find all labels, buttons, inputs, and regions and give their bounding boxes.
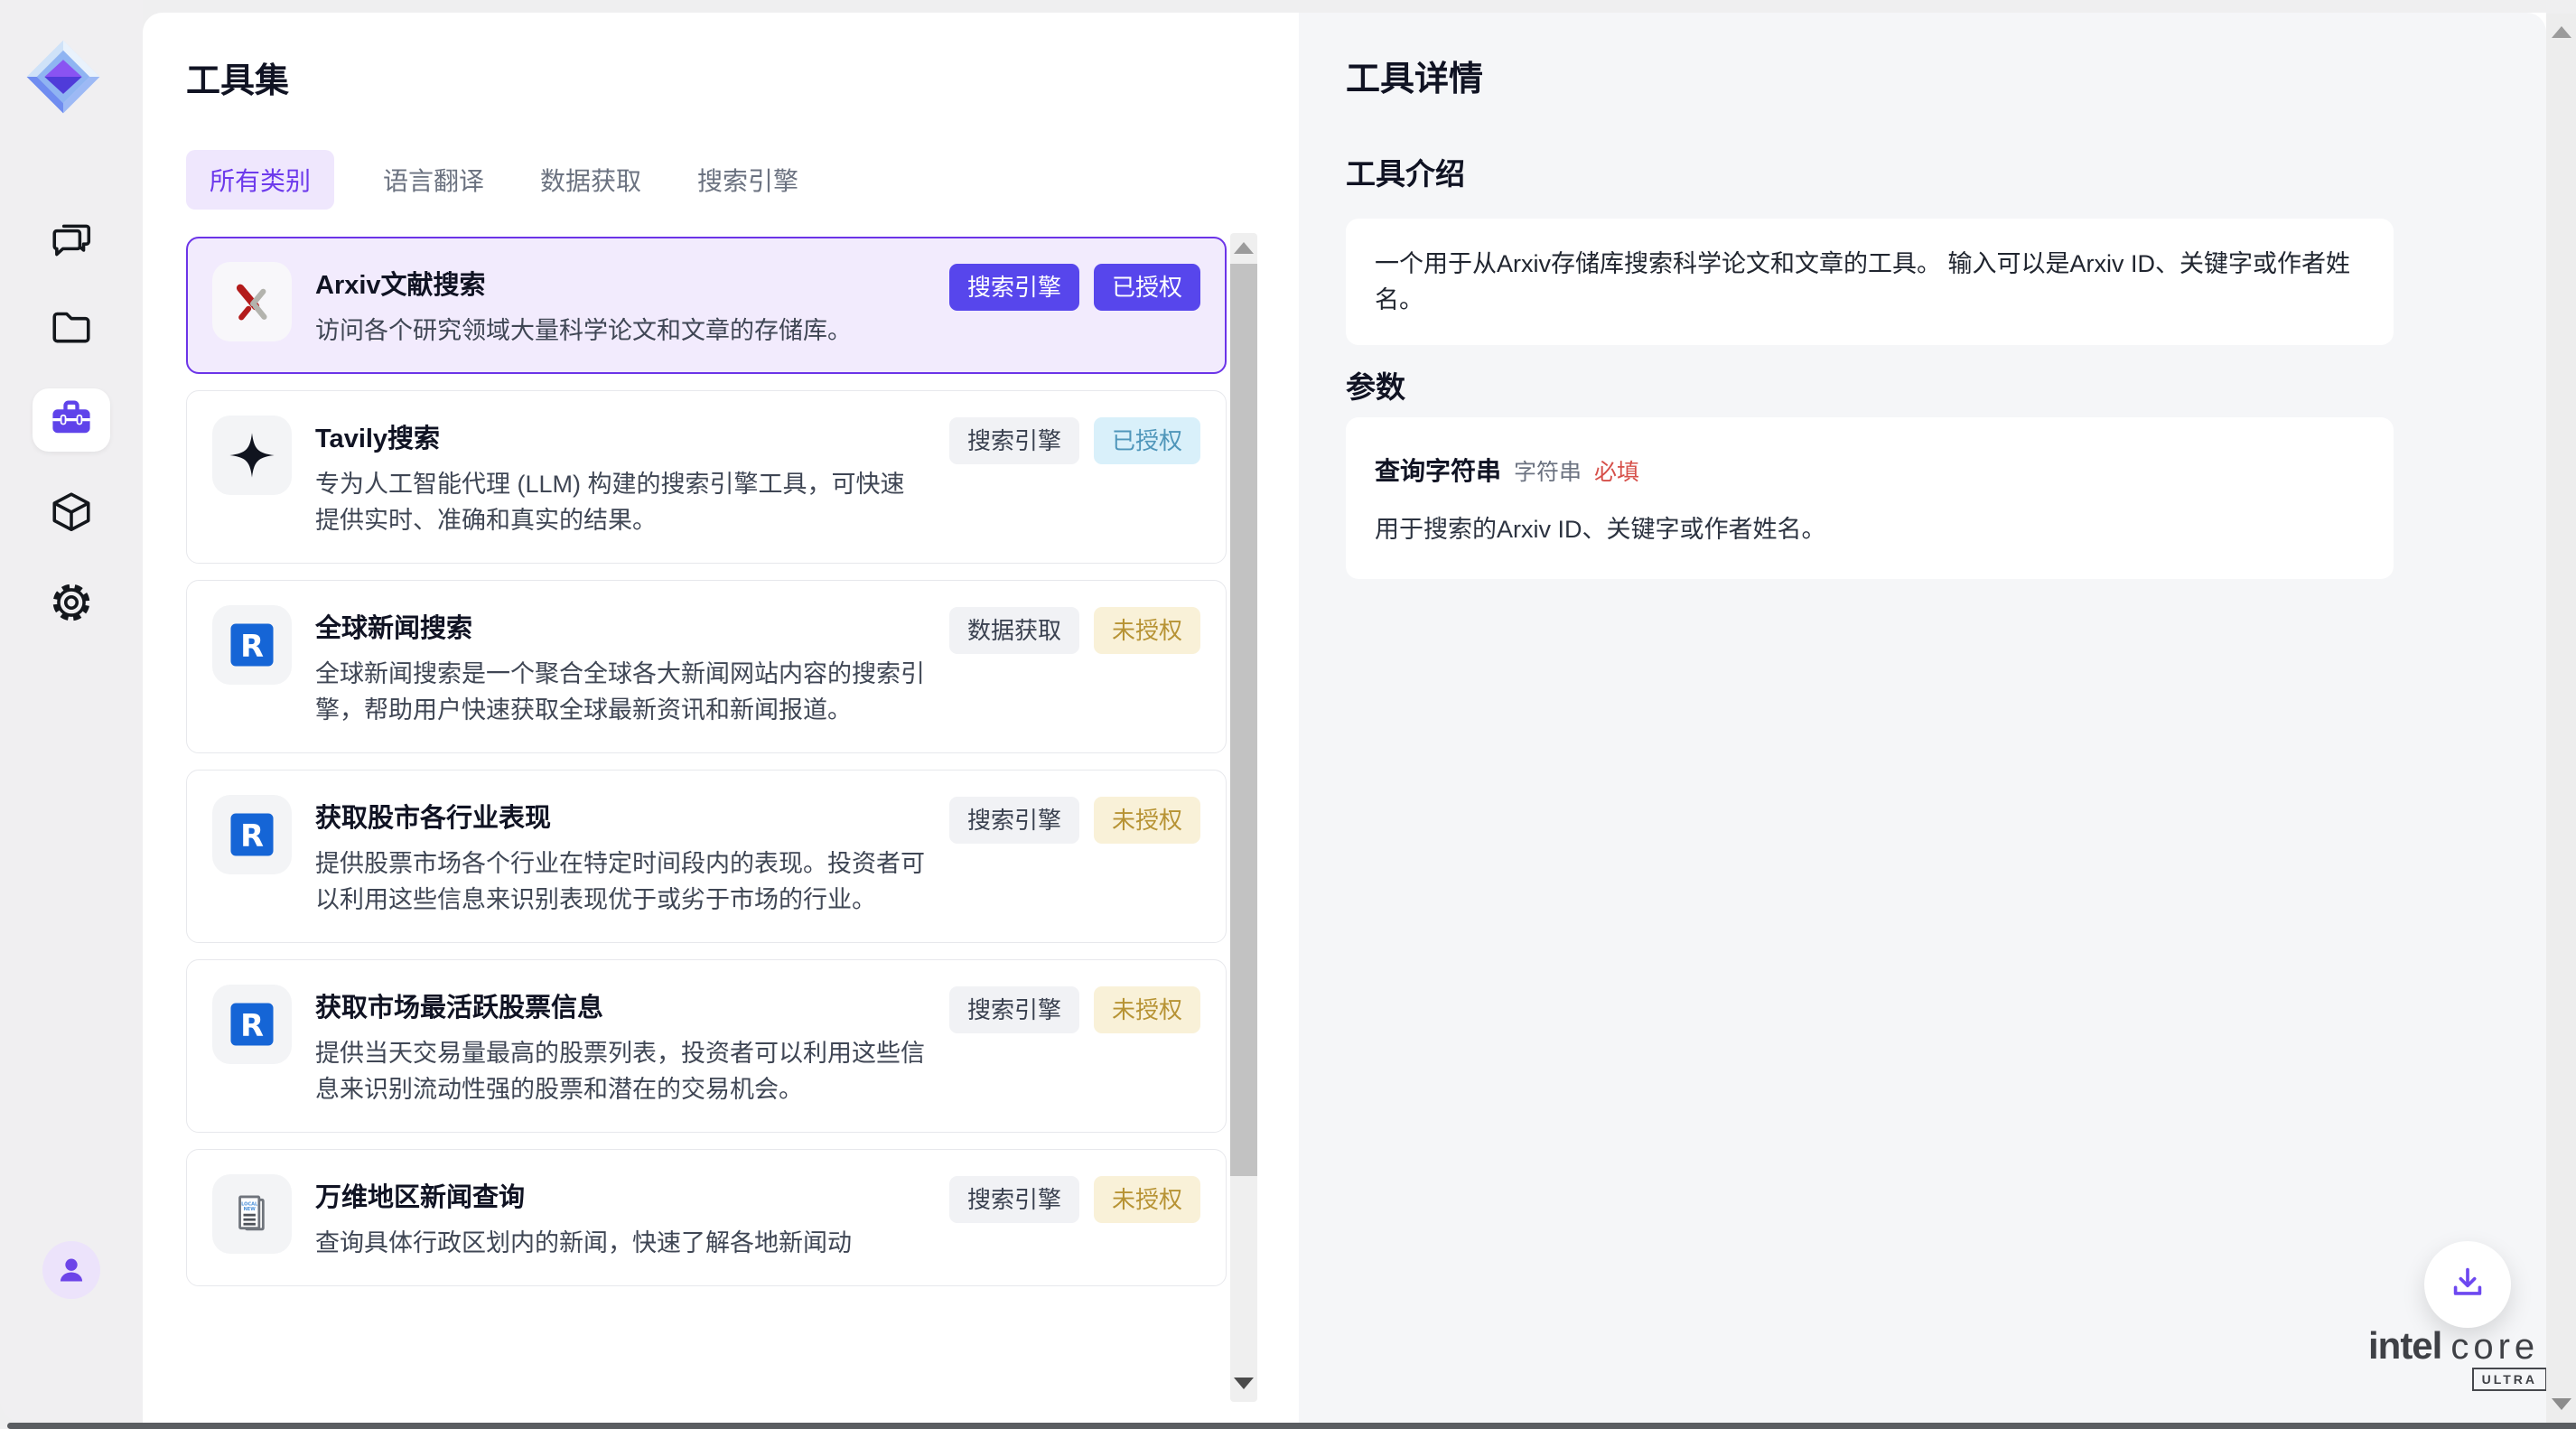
svg-text:R: R bbox=[240, 629, 264, 664]
tool-name: Tavily搜索 bbox=[315, 417, 926, 455]
intro-card: 一个用于从Arxiv存储库搜索科学论文和文章的工具。 输入可以是Arxiv ID… bbox=[1346, 219, 2394, 345]
svg-text:NEW: NEW bbox=[244, 1207, 257, 1212]
page-title: 工具集 bbox=[186, 52, 289, 102]
tool-category-badge: 数据获取 bbox=[949, 607, 1079, 654]
tool-category-badge: 搜索引擎 bbox=[949, 264, 1079, 311]
toolbox-icon bbox=[48, 395, 95, 446]
scroll-up-arrow-icon[interactable] bbox=[1234, 242, 1254, 254]
tool-category-badge: 搜索引擎 bbox=[949, 1176, 1079, 1223]
page-scrollbar[interactable] bbox=[2546, 14, 2576, 1423]
parameter-description: 用于搜索的Arxiv ID、关键字或作者姓名。 bbox=[1375, 509, 2365, 545]
details-title: 工具详情 bbox=[1346, 51, 1483, 100]
tool-auth-badge: 未授权 bbox=[1094, 607, 1200, 654]
tool-card-2[interactable]: R 全球新闻搜索 全球新闻搜索是一个聚合全球各大新闻网站内容的搜索引擎，帮助用户… bbox=[186, 580, 1227, 753]
tool-description: 全球新闻搜索是一个聚合全球各大新闻网站内容的搜索引擎，帮助用户快速获取全球最新资… bbox=[315, 656, 926, 728]
left-sidebar bbox=[0, 0, 143, 1423]
parameter-required-flag: 必填 bbox=[1594, 454, 1639, 487]
tool-auth-badge: 未授权 bbox=[1094, 1176, 1200, 1223]
app-window: 工具集 所有类别语言翻译数据获取搜索引擎 Arxiv文献搜索 访问各个研究领域大… bbox=[0, 0, 2576, 1429]
tab-2[interactable]: 数据获取 bbox=[533, 150, 649, 210]
tool-category-badge: 搜索引擎 bbox=[949, 986, 1079, 1033]
tool-name: 全球新闻搜索 bbox=[315, 607, 926, 645]
tool-category-badge: 搜索引擎 bbox=[949, 417, 1079, 464]
tool-auth-badge: 已授权 bbox=[1094, 264, 1200, 311]
sidebar-item-toolbox-active[interactable] bbox=[33, 388, 110, 452]
svg-text:R: R bbox=[240, 818, 264, 854]
tool-category-badge: 搜索引擎 bbox=[949, 797, 1079, 844]
parameter-card: 查询字符串 字符串 必填 用于搜索的Arxiv ID、关键字或作者姓名。 bbox=[1346, 417, 2394, 579]
tavily-star-icon bbox=[212, 416, 292, 495]
local-news-icon: LOCALNEW bbox=[212, 1174, 292, 1254]
tool-description: 专为人工智能代理 (LLM) 构建的搜索引擎工具，可快速提供实时、准确和真实的结… bbox=[315, 466, 926, 538]
tool-name: 获取市场最活跃股票信息 bbox=[315, 986, 926, 1024]
tool-description: 访问各个研究领域大量科学论文和文章的存储库。 bbox=[315, 313, 926, 349]
sidebar-item-settings[interactable] bbox=[0, 582, 143, 627]
sidebar-item-chat[interactable] bbox=[0, 219, 143, 265]
tool-description: 查询具体行政区划内的新闻，快速了解各地新闻动 bbox=[315, 1225, 926, 1261]
chat-icon bbox=[49, 218, 94, 267]
intel-core-ultra-logo: intel core ULTRA bbox=[2368, 1324, 2522, 1368]
ultra-badge: ULTRA bbox=[2472, 1368, 2547, 1391]
tool-description: 提供当天交易量最高的股票列表，投资者可以利用这些信息来识别流动性强的股票和潜在的… bbox=[315, 1035, 926, 1107]
toolset-list-section: 工具集 所有类别语言翻译数据获取搜索引擎 Arxiv文献搜索 访问各个研究领域大… bbox=[143, 13, 1299, 1429]
sidebar-toggle-button[interactable] bbox=[51, 1321, 92, 1362]
user-avatar[interactable] bbox=[42, 1241, 100, 1299]
page-scroll-up-arrow-icon[interactable] bbox=[2552, 26, 2571, 38]
juhe-logo-icon: R bbox=[212, 795, 292, 874]
tool-auth-badge: 未授权 bbox=[1094, 797, 1200, 844]
window-bottom-edge bbox=[7, 1423, 2576, 1429]
page-scroll-down-arrow-icon[interactable] bbox=[2552, 1398, 2571, 1410]
parameter-type: 字符串 bbox=[1514, 454, 1582, 487]
tool-name: 万维地区新闻查询 bbox=[315, 1176, 926, 1214]
tool-auth-badge: 未授权 bbox=[1094, 986, 1200, 1033]
main-panel: 工具集 所有类别语言翻译数据获取搜索引擎 Arxiv文献搜索 访问各个研究领域大… bbox=[143, 13, 2546, 1429]
tool-card-4[interactable]: R 获取市场最活跃股票信息 提供当天交易量最高的股票列表，投资者可以利用这些信息… bbox=[186, 959, 1227, 1133]
tool-auth-badge: 已授权 bbox=[1094, 417, 1200, 464]
tab-1[interactable]: 语言翻译 bbox=[376, 150, 491, 210]
params-heading: 参数 bbox=[1346, 363, 1405, 406]
svg-text:R: R bbox=[240, 1008, 264, 1043]
tool-card-3[interactable]: R 获取股市各行业表现 提供股票市场各个行业在特定时间段内的表现。投资者可以利用… bbox=[186, 770, 1227, 943]
download-icon bbox=[2447, 1262, 2488, 1308]
tab-3[interactable]: 搜索引擎 bbox=[690, 150, 806, 210]
app-logo-diamond-icon bbox=[24, 38, 102, 116]
gear-icon bbox=[49, 580, 94, 630]
download-button[interactable] bbox=[2424, 1241, 2511, 1328]
category-tabs: 所有类别语言翻译数据获取搜索引擎 bbox=[186, 150, 806, 210]
tool-card-list: Arxiv文献搜索 访问各个研究领域大量科学论文和文章的存储库。 搜索引擎 已授… bbox=[186, 237, 1227, 1286]
intel-wordmark: intel bbox=[2368, 1324, 2441, 1368]
tool-details-section: 工具详情 工具介绍 一个用于从Arxiv存储库搜索科学论文和文章的工具。 输入可… bbox=[1299, 13, 2546, 1429]
tool-card-1[interactable]: Tavily搜索 专为人工智能代理 (LLM) 构建的搜索引擎工具，可快速提供实… bbox=[186, 390, 1227, 564]
arxiv-logo-icon bbox=[212, 262, 292, 341]
folder-icon bbox=[49, 304, 94, 353]
sidebar-item-models[interactable] bbox=[0, 491, 143, 537]
tab-0[interactable]: 所有类别 bbox=[186, 150, 334, 210]
core-wordmark: core bbox=[2450, 1327, 2539, 1368]
intro-heading: 工具介绍 bbox=[1346, 150, 1465, 193]
tool-list-scrollbar[interactable] bbox=[1230, 233, 1257, 1402]
juhe-logo-icon: R bbox=[212, 985, 292, 1064]
juhe-logo-icon: R bbox=[212, 605, 292, 685]
tool-name: Arxiv文献搜索 bbox=[315, 264, 926, 302]
cube-icon bbox=[49, 490, 94, 539]
parameter-name: 查询字符串 bbox=[1375, 452, 1501, 488]
sidebar-item-files[interactable] bbox=[0, 305, 143, 350]
tool-list-scrollbar-thumb[interactable] bbox=[1230, 264, 1257, 1176]
tool-card-0[interactable]: Arxiv文献搜索 访问各个研究领域大量科学论文和文章的存储库。 搜索引擎 已授… bbox=[186, 237, 1227, 374]
tool-description: 提供股票市场各个行业在特定时间段内的表现。投资者可以利用这些信息来识别表现优于或… bbox=[315, 845, 926, 918]
tool-name: 获取股市各行业表现 bbox=[315, 797, 926, 835]
scroll-down-arrow-icon[interactable] bbox=[1234, 1378, 1254, 1389]
tool-card-5[interactable]: LOCALNEW 万维地区新闻查询 查询具体行政区划内的新闻，快速了解各地新闻动… bbox=[186, 1149, 1227, 1286]
